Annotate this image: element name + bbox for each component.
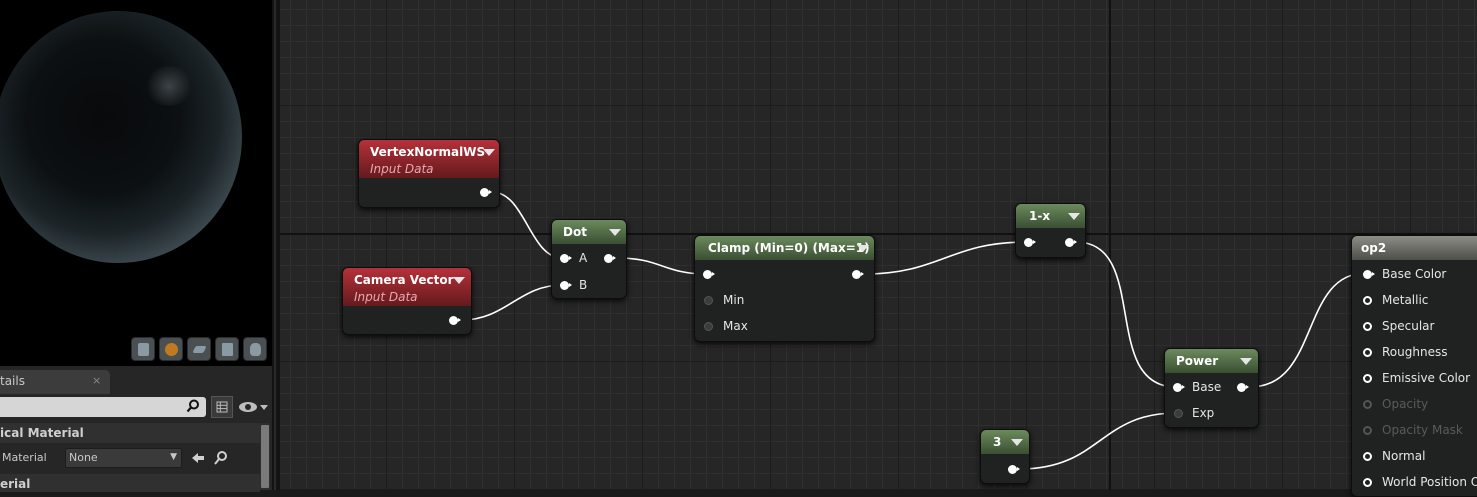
- graph-origin-axis-horizontal: [280, 233, 1477, 235]
- select-value: None: [69, 451, 98, 464]
- section-header-material[interactable]: erial: [0, 474, 260, 492]
- pin-label-max: Max: [723, 319, 748, 333]
- node-constant-3[interactable]: 3: [980, 429, 1030, 484]
- scrollbar-thumb[interactable]: [261, 425, 269, 488]
- pin-label-opacity: Opacity: [1382, 397, 1429, 411]
- chevron-down-icon: ▼: [170, 452, 177, 462]
- cylinder-icon[interactable]: [131, 337, 155, 361]
- property-label: Material: [2, 451, 47, 464]
- material-preview-viewport[interactable]: [0, 0, 272, 366]
- node-camera-vector[interactable]: Camera Vector Input Data: [342, 267, 472, 335]
- chevron-down-icon[interactable]: [1240, 358, 1252, 365]
- details-scrollbar[interactable]: [260, 423, 270, 490]
- output-pin[interactable]: [449, 316, 461, 325]
- node-subtitle: Input Data: [370, 162, 434, 176]
- input-pin-opacity[interactable]: [1363, 400, 1372, 409]
- node-vertex-normal-ws[interactable]: VertexNormalWS Input Data: [358, 139, 500, 208]
- node-material-result[interactable]: op2 Base Color Metallic Specular Roughne…: [1351, 235, 1477, 497]
- browse-icon[interactable]: [213, 450, 229, 466]
- pin-label-normal: Normal: [1382, 449, 1426, 463]
- teapot-icon[interactable]: [243, 337, 267, 361]
- pin-label-specular: Specular: [1382, 319, 1435, 333]
- input-pin-world-position-offset[interactable]: [1363, 478, 1372, 487]
- chevron-down-icon[interactable]: [609, 229, 621, 236]
- plane-icon[interactable]: [187, 337, 211, 361]
- input-pin-metallic[interactable]: [1363, 296, 1372, 305]
- search-icon[interactable]: [186, 399, 200, 413]
- pin-label-min: Min: [723, 293, 745, 307]
- close-icon[interactable]: ×: [92, 374, 101, 387]
- pin-label-base-color: Base Color: [1382, 267, 1447, 281]
- sphere-icon[interactable]: [159, 337, 183, 361]
- details-panel: tails × ical Material Material None ▼ er…: [0, 366, 272, 492]
- section-header-physical-material[interactable]: ical Material: [0, 423, 260, 443]
- pin-label-world-position-offset: World Position Of: [1382, 475, 1477, 489]
- chevron-down-icon[interactable]: [1011, 439, 1023, 446]
- input-pin[interactable]: [703, 270, 715, 279]
- node-power[interactable]: Power Base Exp: [1164, 348, 1259, 428]
- input-pin-specular[interactable]: [1363, 322, 1372, 331]
- pin-label-b: B: [579, 278, 588, 292]
- pin-label-base: Base: [1192, 380, 1222, 394]
- input-pin-roughness[interactable]: [1363, 348, 1372, 357]
- tab-details-label: tails: [0, 374, 25, 388]
- node-title: op2: [1361, 241, 1387, 255]
- preview-sphere: [0, 11, 242, 263]
- node-subtitle: Input Data: [354, 290, 418, 304]
- input-pin-opacity-mask[interactable]: [1363, 426, 1372, 435]
- section-title: ical Material: [0, 426, 84, 440]
- details-search-input[interactable]: [0, 397, 206, 417]
- node-title: Dot: [563, 225, 587, 239]
- pin-label-opacity-mask: Opacity Mask: [1382, 423, 1463, 437]
- physical-material-select[interactable]: None ▼: [65, 448, 182, 468]
- output-pin[interactable]: [1065, 238, 1077, 247]
- node-title: 3: [993, 435, 1002, 449]
- input-pin-emissive-color[interactable]: [1363, 374, 1372, 383]
- output-pin[interactable]: [480, 188, 492, 197]
- input-pin-a[interactable]: [560, 254, 572, 263]
- pin-label-roughness: Roughness: [1382, 345, 1448, 359]
- cube-icon[interactable]: [215, 337, 239, 361]
- pin-label-exp: Exp: [1192, 406, 1215, 420]
- output-pin[interactable]: [852, 270, 864, 279]
- section2-title: erial: [0, 477, 31, 491]
- chevron-down-icon[interactable]: [453, 277, 465, 284]
- pin-label-metallic: Metallic: [1382, 293, 1429, 307]
- output-pin[interactable]: [1008, 465, 1020, 474]
- graph-origin-axis-vertical: [1109, 0, 1111, 490]
- use-selected-icon[interactable]: [190, 450, 206, 466]
- material-graph-canvas[interactable]: [280, 0, 1477, 490]
- node-title: Power: [1176, 354, 1219, 368]
- node-title: Camera Vector: [354, 273, 454, 287]
- input-pin-normal[interactable]: [1363, 452, 1372, 461]
- node-clamp[interactable]: Clamp (Min=0) (Max=1) Min Max: [694, 235, 875, 342]
- output-pin[interactable]: [604, 254, 616, 263]
- chevron-down-icon[interactable]: [857, 245, 869, 252]
- input-pin[interactable]: [1024, 238, 1036, 247]
- panel-splitter[interactable]: [272, 0, 280, 490]
- node-title: VertexNormalWS: [370, 145, 486, 159]
- node-title: 1-x: [1029, 209, 1051, 223]
- input-pin-base[interactable]: [1173, 383, 1185, 392]
- node-dot[interactable]: Dot A B: [551, 219, 627, 299]
- chevron-down-icon[interactable]: [483, 149, 495, 156]
- pin-label-a: A: [579, 251, 588, 265]
- property-matrix-button[interactable]: [211, 396, 233, 418]
- input-pin-base-color[interactable]: [1363, 270, 1375, 279]
- property-row-physical-material: Material None ▼: [0, 446, 260, 470]
- input-pin-min[interactable]: [704, 296, 713, 305]
- output-pin[interactable]: [1237, 383, 1249, 392]
- node-one-minus[interactable]: 1-x: [1015, 203, 1086, 258]
- pin-label-emissive-color: Emissive Color: [1382, 371, 1471, 385]
- input-pin-exp[interactable]: [1174, 409, 1183, 418]
- node-title: Clamp (Min=0) (Max=1): [708, 241, 870, 255]
- grid-icon: [216, 401, 228, 413]
- chevron-down-icon[interactable]: [1068, 213, 1080, 220]
- input-pin-b[interactable]: [560, 281, 572, 290]
- eye-icon[interactable]: [238, 397, 270, 417]
- tab-details[interactable]: tails ×: [0, 370, 110, 394]
- input-pin-max[interactable]: [704, 322, 713, 331]
